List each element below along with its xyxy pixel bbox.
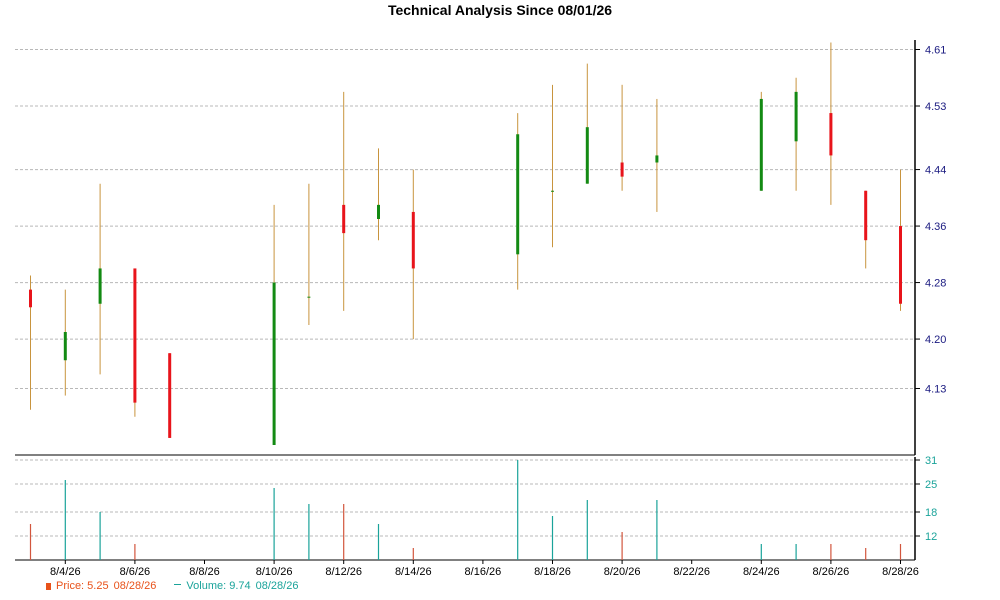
x-tick-label: 8/10/26 — [256, 566, 293, 578]
volume-swatch-icon — [174, 584, 182, 585]
x-tick-label: 8/4/26 — [50, 566, 81, 578]
x-tick-label: 8/16/26 — [465, 566, 502, 578]
x-tick-label: 8/20/26 — [604, 566, 641, 578]
x-tick-label: 8/8/26 — [189, 566, 220, 578]
price-tick-label: 4.20 — [925, 334, 946, 346]
candle-body — [585, 127, 589, 184]
candle-body — [899, 226, 902, 304]
candle-body — [759, 98, 763, 191]
price-tick-label: 4.44 — [925, 165, 946, 177]
candle-body — [168, 353, 172, 438]
legend-price: Price: 5.25 08/28/26 — [46, 580, 156, 592]
x-tick-label: 8/18/26 — [534, 566, 571, 578]
volume-tick-label: 31 — [925, 455, 937, 467]
legend-volume-date: 08/28/26 — [255, 580, 299, 592]
candle-body — [620, 162, 624, 177]
candle-body — [272, 282, 276, 445]
x-tick-label: 8/26/26 — [813, 566, 850, 578]
x-tick-label: 8/14/26 — [395, 566, 432, 578]
candle-body — [864, 190, 868, 241]
x-tick-label: 8/28/26 — [882, 566, 919, 578]
candle-body — [516, 134, 520, 255]
price-tick-label: 4.61 — [925, 45, 946, 57]
x-tick-label: 8/22/26 — [673, 566, 710, 578]
candle-body — [829, 113, 833, 156]
price-tick-label: 4.53 — [925, 101, 946, 113]
candle-body — [342, 204, 346, 234]
candle-body — [377, 204, 380, 219]
candle-body — [63, 332, 67, 361]
legend-price-label: Price: 5.25 — [56, 580, 109, 592]
x-tick-label: 8/6/26 — [120, 566, 151, 578]
candlestick-chart: 4.13 4.20 4.28 4.36 4.44 4.53 4.61 12 18 25 31 8/4/… — [15, 40, 946, 578]
legend-volume: Volume: 9.74 08/28/26 — [174, 580, 298, 592]
candle-body — [655, 155, 659, 163]
candle-layer — [29, 42, 902, 445]
legend-price-date: 08/28/26 — [113, 580, 157, 592]
candle-body — [551, 190, 554, 192]
price-tick-label: 4.36 — [925, 221, 946, 233]
volume-layer — [29, 460, 902, 560]
volume-tick-label: 18 — [925, 507, 937, 519]
price-swatch-icon — [46, 582, 51, 590]
x-tick-label: 8/24/26 — [743, 566, 780, 578]
candle-body — [307, 296, 311, 298]
chart-legend: Price: 5.25 08/28/26 Volume: 9.74 08/28/… — [46, 580, 298, 592]
axis-layer: 4.13 4.20 4.28 4.36 4.44 4.53 4.61 12 18 25 31 8/4/… — [15, 40, 946, 578]
volume-tick-label: 25 — [925, 479, 937, 491]
candle-body — [133, 268, 137, 403]
candle-body — [29, 289, 32, 308]
price-tick-label: 4.28 — [925, 278, 946, 290]
candle-body — [794, 91, 798, 142]
legend-volume-label: Volume: 9.74 — [186, 580, 251, 592]
candle-body — [98, 268, 102, 304]
candle-body — [411, 211, 415, 269]
volume-tick-label: 12 — [925, 531, 937, 543]
price-tick-label: 4.13 — [925, 384, 946, 396]
x-tick-label: 8/12/26 — [325, 566, 362, 578]
grid-layer — [15, 49, 915, 537]
